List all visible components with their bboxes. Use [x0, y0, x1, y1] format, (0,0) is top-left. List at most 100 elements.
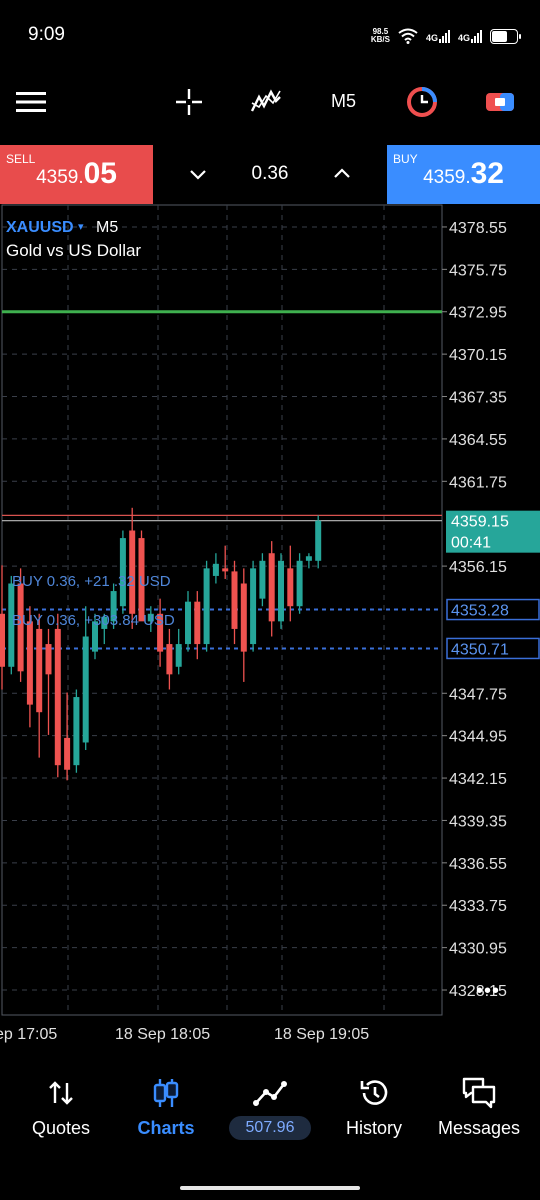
- status-time: 9:09: [28, 24, 65, 45]
- status-icons: 98.5 KB/S 4G 4G: [371, 26, 521, 46]
- sell-price: 4359.05: [36, 157, 117, 191]
- time-axis-label: 18 Sep 18:05: [115, 1026, 210, 1043]
- buy-label: BUY: [393, 152, 418, 166]
- price-axis-label: 4370.15: [449, 347, 507, 364]
- candle-body: [222, 568, 229, 572]
- buy-button[interactable]: BUY 4359.32: [387, 145, 540, 204]
- candle-body: [315, 520, 322, 561]
- timeframe-button[interactable]: M5: [331, 91, 356, 112]
- nav-messages[interactable]: Messages: [429, 1076, 529, 1139]
- hamburger-menu-icon[interactable]: [14, 84, 48, 120]
- price-axis-label: 4336.55: [449, 856, 507, 873]
- price-axis-label: 4347.75: [449, 686, 507, 703]
- cell-signal-1: 4G: [426, 29, 450, 43]
- volume-decrease-button[interactable]: [188, 164, 208, 189]
- candle-body: [278, 560, 284, 622]
- chart-symbol-text: XAUUSD: [6, 219, 74, 236]
- candle-body: [240, 583, 247, 652]
- time-axis: ep 17:05 18 Sep 18:05 18 Sep 19:05: [0, 1026, 369, 1043]
- position-label[interactable]: BUY 0.36, +21 .32 USD: [12, 573, 171, 590]
- price-axis-label: 4342.15: [449, 771, 507, 788]
- volume-increase-button[interactable]: [332, 164, 352, 189]
- price-axis-label: 4378.55: [449, 220, 507, 237]
- signal-bars-icon: [471, 29, 482, 43]
- candle-body: [203, 568, 210, 645]
- history-icon: [360, 1080, 388, 1105]
- chevron-up-icon: [334, 168, 350, 178]
- chart-symbol[interactable]: XAUUSD ▾: [6, 219, 84, 237]
- candle-body: [175, 644, 182, 667]
- price-axis-label: 4330.95: [449, 941, 507, 958]
- nav-trade[interactable]: [220, 1076, 320, 1110]
- candle-body: [259, 560, 266, 599]
- candle-body: [194, 601, 201, 645]
- candle-body: [36, 628, 43, 713]
- charts-icon: [153, 1079, 179, 1107]
- candle-body: [26, 621, 33, 705]
- time-axis-label: ep 17:05: [0, 1026, 57, 1043]
- candle-body: [82, 636, 89, 743]
- position-price-tag-text: 4353.28: [451, 603, 509, 620]
- price-axis-label: 4333.75: [449, 898, 507, 915]
- candle-body: [45, 644, 52, 675]
- nav-history[interactable]: History: [324, 1076, 424, 1139]
- chart-symbol-description: Gold vs US Dollar: [6, 241, 142, 260]
- candle-timer-text: 00:41: [451, 535, 491, 552]
- objects-icon[interactable]: [404, 84, 440, 120]
- trade-icon[interactable]: [482, 84, 518, 120]
- nav-charts[interactable]: Charts: [116, 1076, 216, 1139]
- nav-quotes[interactable]: Quotes: [11, 1076, 111, 1139]
- price-axis-label: 4364.55: [449, 432, 507, 449]
- balance-badge: 507.96: [229, 1116, 311, 1140]
- candle-body: [0, 613, 5, 667]
- candle-body: [64, 737, 71, 770]
- more-options-icon[interactable]: •••: [476, 980, 500, 1003]
- buy-price-pips: 32: [470, 157, 504, 190]
- network-speed-unit: KB/S: [370, 35, 390, 44]
- cell-signal-2: 4G: [457, 29, 482, 43]
- nav-messages-label: Messages: [437, 1118, 521, 1138]
- sell-price-pips: 05: [83, 157, 117, 190]
- candle-body: [185, 601, 191, 645]
- home-indicator[interactable]: [180, 1186, 360, 1190]
- candle-body: [250, 568, 257, 645]
- price-axis-label: 4344.95: [449, 729, 507, 746]
- network-speed: 98.5 KB/S: [371, 28, 390, 44]
- candle-body: [212, 563, 219, 576]
- chart-timeframe: M5: [96, 219, 119, 236]
- candle-body: [305, 556, 312, 561]
- chevron-down-icon: [190, 170, 206, 180]
- price-axis-label: 4367.35: [449, 390, 507, 407]
- trade-chart-icon: [253, 1081, 287, 1106]
- nav-history-label: History: [345, 1118, 402, 1138]
- time-axis-label: 18 Sep 19:05: [274, 1026, 369, 1043]
- price-axis-label: 4375.75: [449, 262, 507, 279]
- position-price-tag-text: 4350.71: [451, 641, 509, 658]
- nav-charts-label: Charts: [137, 1118, 195, 1138]
- wifi-icon: [398, 28, 418, 44]
- candle-body: [166, 644, 173, 675]
- crosshair-icon[interactable]: [172, 84, 206, 120]
- price-axis-label: 4356.15: [449, 559, 507, 576]
- candle-body: [268, 553, 275, 622]
- candle-body: [231, 571, 238, 629]
- buy-price-main: 4359.: [423, 167, 471, 188]
- sell-button[interactable]: SELL 4359.05: [0, 145, 153, 204]
- candle-body: [73, 697, 80, 766]
- current-price-text: 4359.15: [451, 514, 509, 531]
- sell-label: SELL: [6, 152, 36, 166]
- cell-signal-2-label: 4G: [457, 32, 470, 43]
- battery-icon: [490, 28, 521, 44]
- signal-bars-icon: [438, 29, 450, 43]
- position-label[interactable]: BUY 0.36, +303.84 USD: [12, 612, 175, 629]
- messages-icon: [462, 1077, 496, 1109]
- quotes-icon: [49, 1081, 73, 1105]
- indicators-icon[interactable]: [248, 84, 284, 120]
- symbol-caret-icon: ▾: [78, 221, 84, 233]
- candle-body: [54, 628, 61, 766]
- chart-candles: [0, 507, 322, 781]
- volume-value[interactable]: 0.36: [237, 163, 303, 185]
- price-axis-label: 4339.35: [449, 813, 507, 830]
- nav-quotes-label: Quotes: [31, 1118, 91, 1138]
- price-axis-label: 4372.95: [449, 305, 507, 322]
